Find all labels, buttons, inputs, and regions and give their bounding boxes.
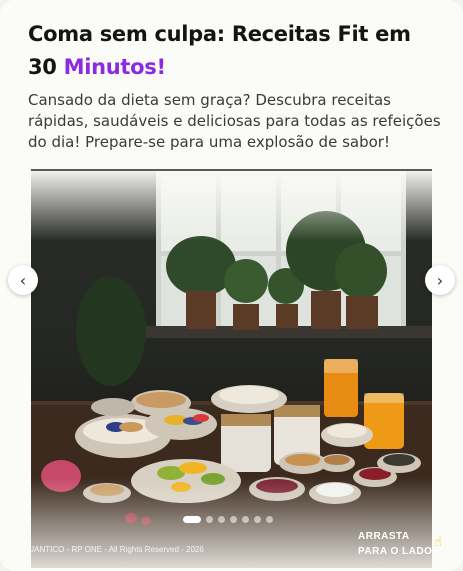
pagination-dot-active[interactable] bbox=[183, 516, 201, 523]
pagination-dot[interactable] bbox=[266, 516, 273, 523]
pagination-dot[interactable] bbox=[206, 516, 213, 523]
post-card: Coma sem culpa: Receitas Fit em 30 Minut… bbox=[0, 0, 463, 571]
chevron-left-icon: ‹ bbox=[19, 270, 27, 290]
swipe-hint: ARRASTA PARA O LADO bbox=[358, 531, 433, 557]
image-top-fade bbox=[31, 171, 432, 241]
hand-icon: ☝ bbox=[434, 535, 442, 550]
pagination-dot[interactable] bbox=[254, 516, 261, 523]
chevron-right-icon: › bbox=[436, 270, 444, 290]
carousel-pagination bbox=[183, 516, 273, 523]
description-text: Cansado da dieta sem graça? Descubra rec… bbox=[28, 91, 441, 151]
carousel-prev-button[interactable]: ‹ bbox=[8, 265, 38, 295]
copyright-text: © QUANTICO - RP ONE - All Rights Reserve… bbox=[14, 545, 204, 554]
page-title: Coma sem culpa: Receitas Fit em 30 Minut… bbox=[28, 18, 438, 84]
title-accent: Minutos! bbox=[63, 55, 166, 79]
pagination-dot[interactable] bbox=[230, 516, 237, 523]
carousel-image[interactable] bbox=[31, 171, 432, 568]
pagination-dot[interactable] bbox=[218, 516, 225, 523]
pagination-dot[interactable] bbox=[242, 516, 249, 523]
carousel-next-button[interactable]: › bbox=[425, 265, 455, 295]
